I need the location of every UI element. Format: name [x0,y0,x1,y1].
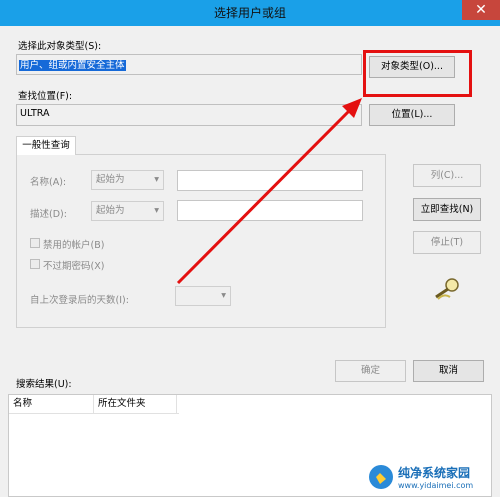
watermark-name: 纯净系统家园 [398,466,471,480]
annotation-arrow [176,98,362,285]
watermark-logo-icon [369,465,393,489]
watermark-url: www.yidaimei.com [398,481,474,490]
watermark: 纯净系统家园 www.yidaimei.com [368,460,496,496]
